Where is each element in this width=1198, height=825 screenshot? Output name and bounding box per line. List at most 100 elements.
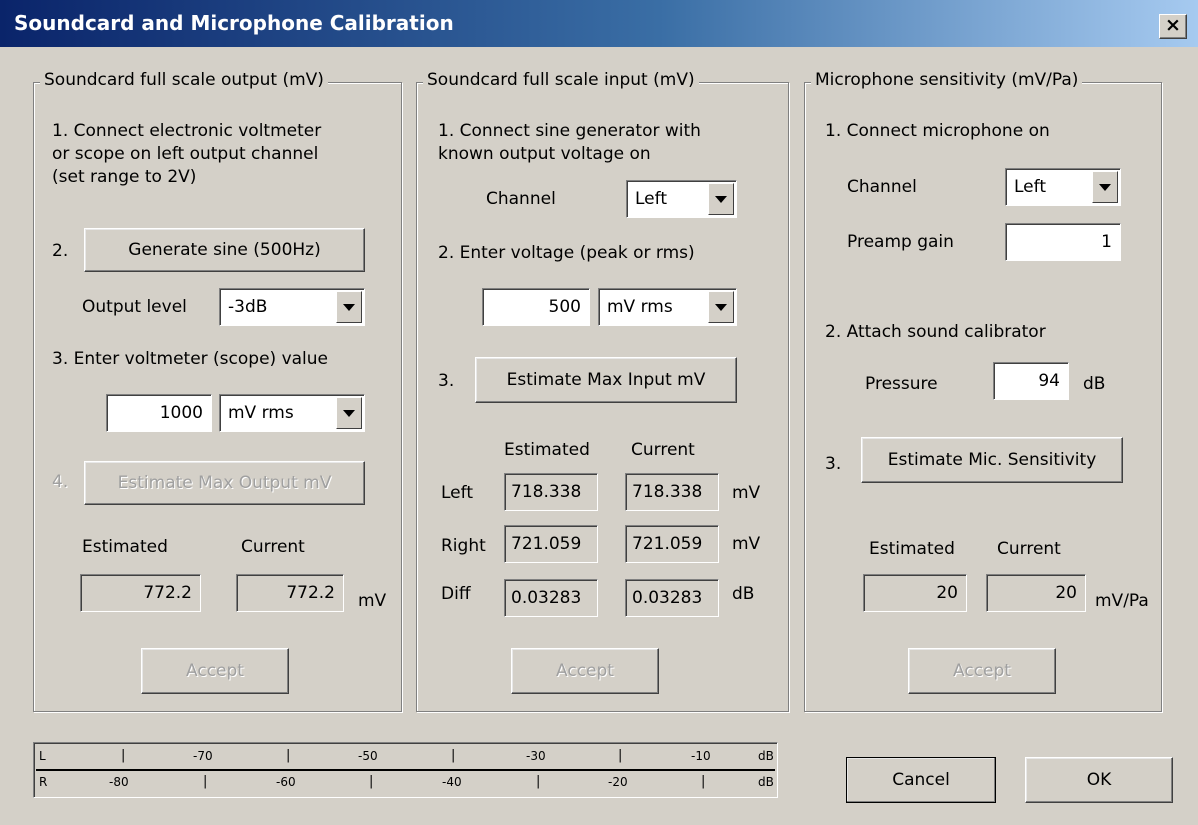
meter-tick: |: [121, 748, 126, 763]
input-voltage-field[interactable]: 500: [482, 288, 590, 326]
meter-right-unit: dB: [758, 775, 774, 789]
estimate-mic-sensitivity-button[interactable]: Estimate Mic. Sensitivity: [861, 437, 1123, 483]
output-estimated-header: Estimated: [82, 537, 168, 557]
mic-current-header: Current: [997, 539, 1061, 559]
voltmeter-unit-value: mV rms: [228, 403, 294, 423]
output-level-value: -3dB: [228, 297, 268, 317]
pressure-input[interactable]: 94: [993, 362, 1069, 400]
estimate-max-output-button[interactable]: Estimate Max Output mV: [84, 461, 365, 505]
input-diff-current: 0.03283: [625, 579, 719, 617]
input-left-current: 718.338: [625, 473, 719, 511]
input-channel-value: Left: [635, 189, 667, 209]
output-accept-button[interactable]: Accept: [141, 648, 289, 694]
meter-tick: |: [701, 774, 706, 789]
dropdown-arrow-icon[interactable]: [336, 291, 362, 323]
input-channel-select[interactable]: Left: [626, 180, 737, 218]
meter-right-label: -20: [608, 775, 628, 789]
mic-channel-value: Left: [1014, 177, 1046, 197]
meter-tick: |: [203, 774, 208, 789]
input-right-current: 721.059: [625, 525, 719, 563]
meter-left-label: -50: [358, 749, 378, 763]
meter-left-channel: L: [39, 749, 46, 763]
dropdown-arrow-icon[interactable]: [336, 397, 362, 429]
title-bar: Soundcard and Microphone Calibration ×: [0, 0, 1198, 47]
mic-channel-select[interactable]: Left: [1005, 168, 1121, 206]
meter-left-label: -30: [526, 749, 546, 763]
input-step1-line1: 1. Connect sine generator with: [438, 121, 701, 141]
estimate-max-input-button[interactable]: Estimate Max Input mV: [475, 357, 737, 403]
pressure-unit: dB: [1083, 374, 1106, 394]
meter-right-label: -40: [442, 775, 462, 789]
output-step4-number: 4.: [52, 472, 69, 492]
mic-step2: 2. Attach sound calibrator: [825, 322, 1046, 342]
window-title: Soundcard and Microphone Calibration: [14, 11, 454, 35]
output-step3: 3. Enter voltmeter (scope) value: [52, 349, 329, 369]
mic-estimated-value: 20: [863, 574, 967, 612]
input-diff-estimated: 0.03283: [504, 579, 598, 617]
meter-tick: |: [286, 748, 291, 763]
meter-tick: |: [369, 774, 374, 789]
mic-accept-button[interactable]: Accept: [908, 648, 1056, 694]
mic-current-value: 20: [986, 574, 1086, 612]
meter-left-unit: dB: [758, 749, 774, 763]
input-current-header: Current: [631, 440, 695, 460]
meter-right-channel: R: [39, 775, 48, 789]
input-step1-line2: known output voltage on: [438, 144, 651, 164]
output-level-label: Output level: [82, 297, 187, 317]
input-right-estimated: 721.059: [504, 525, 598, 563]
output-step1-line3: (set range to 2V): [52, 167, 197, 187]
mic-estimated-header: Estimated: [869, 539, 955, 559]
generate-sine-button[interactable]: Generate sine (500Hz): [84, 228, 365, 272]
ok-button[interactable]: OK: [1025, 757, 1173, 803]
output-unit: mV: [358, 591, 387, 611]
meter-right-label: -80: [109, 775, 129, 789]
output-current-value: 772.2: [236, 574, 344, 612]
input-row-right-label: Right: [441, 536, 486, 556]
output-step1-line1: 1. Connect electronic voltmeter: [52, 121, 322, 141]
preamp-gain-label: Preamp gain: [847, 232, 954, 252]
voltmeter-unit-select[interactable]: mV rms: [219, 394, 365, 432]
close-button[interactable]: ×: [1159, 14, 1187, 39]
meter-left-row: L | -70 | -50 | -30 | -10 dB: [36, 745, 775, 769]
input-group: Soundcard full scale input (mV) 1. Conne…: [416, 70, 789, 712]
pressure-label: Pressure: [865, 374, 938, 394]
meter-tick: |: [536, 774, 541, 789]
input-left-unit: mV: [732, 483, 761, 503]
input-row-diff-label: Diff: [441, 584, 471, 604]
input-accept-button[interactable]: Accept: [511, 648, 659, 694]
output-step2-number: 2.: [52, 241, 69, 261]
voltmeter-value-input[interactable]: 1000: [106, 394, 212, 432]
level-meter: L | -70 | -50 | -30 | -10 dB R -80 | -60…: [33, 742, 778, 798]
cancel-button[interactable]: Cancel: [846, 757, 996, 803]
input-step2: 2. Enter voltage (peak or rms): [438, 243, 695, 263]
meter-left-label: -10: [691, 749, 711, 763]
output-group: Soundcard full scale output (mV) 1. Conn…: [33, 70, 402, 712]
dropdown-arrow-icon[interactable]: [1092, 171, 1118, 203]
output-step1-line2: or scope on left output channel: [52, 144, 319, 164]
dropdown-arrow-icon[interactable]: [708, 183, 734, 215]
mic-legend: Microphone sensitivity (mV/Pa): [811, 70, 1083, 90]
output-estimated-value: 772.2: [80, 574, 201, 612]
meter-tick: |: [618, 748, 623, 763]
output-legend: Soundcard full scale output (mV): [40, 70, 328, 90]
input-voltage-unit-value: mV rms: [607, 297, 673, 317]
input-diff-unit: dB: [732, 584, 755, 604]
input-channel-label: Channel: [486, 189, 556, 209]
output-level-select[interactable]: -3dB: [219, 288, 365, 326]
input-legend: Soundcard full scale input (mV): [423, 70, 699, 90]
input-right-unit: mV: [732, 534, 761, 554]
input-voltage-unit-select[interactable]: mV rms: [598, 288, 737, 326]
mic-channel-label: Channel: [847, 177, 917, 197]
meter-tick: |: [451, 748, 456, 763]
dropdown-arrow-icon[interactable]: [708, 291, 734, 323]
mic-group: Microphone sensitivity (mV/Pa) 1. Connec…: [804, 70, 1162, 712]
input-step3-number: 3.: [438, 371, 455, 391]
mic-step3-number: 3.: [825, 454, 842, 474]
preamp-gain-input[interactable]: 1: [1005, 223, 1121, 261]
meter-left-label: -70: [193, 749, 213, 763]
output-current-header: Current: [241, 537, 305, 557]
input-left-estimated: 718.338: [504, 473, 598, 511]
mic-unit: mV/Pa: [1095, 591, 1149, 611]
input-row-left-label: Left: [441, 483, 473, 503]
meter-right-row: R -80 | -60 | -40 | -20 | dB: [36, 771, 775, 795]
